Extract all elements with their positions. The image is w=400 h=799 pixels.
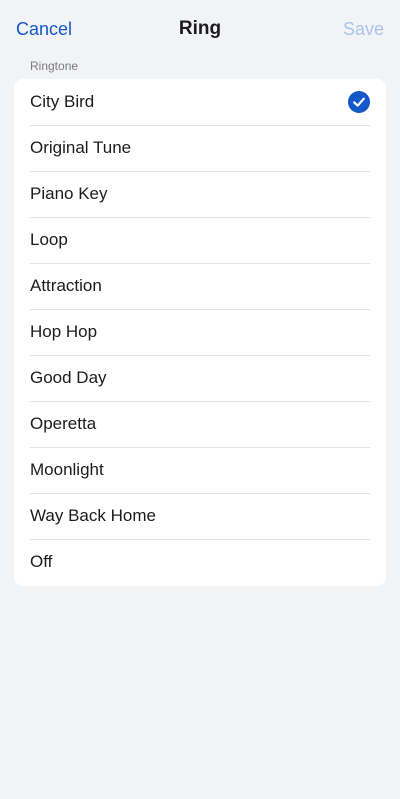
ringtone-label: Off [30, 552, 53, 571]
page-title: Ring [178, 18, 222, 39]
checkmark-circle-icon [348, 91, 370, 113]
list-item[interactable]: Operetta [14, 401, 386, 447]
ringtone-label: Loop [30, 230, 68, 249]
section-header-ringtone: Ringtone [30, 59, 79, 73]
save-button[interactable]: Save [343, 18, 384, 40]
list-item[interactable]: Loop [14, 217, 386, 263]
navigation-bar: Cancel Ring Save [0, 0, 400, 58]
ringtone-label: City Bird [30, 92, 95, 111]
ringtone-label: Hop Hop [30, 322, 98, 341]
list-item[interactable]: Original Tune [14, 125, 386, 171]
list-item[interactable]: Hop Hop [14, 309, 386, 355]
ringtone-label: Way Back Home [30, 506, 156, 525]
ringtone-label: Original Tune [30, 138, 132, 157]
list-item[interactable]: Attraction [14, 263, 386, 309]
ringtone-label: Good Day [30, 368, 107, 387]
list-item[interactable]: Piano Key [14, 171, 386, 217]
list-item[interactable]: City Bird [14, 79, 386, 125]
list-item[interactable]: Off [14, 539, 386, 585]
ringtone-list: City Bird Original Tune Piano Key Loop A… [14, 79, 386, 586]
ringtone-label: Attraction [30, 276, 102, 295]
ringtone-label: Piano Key [30, 184, 108, 203]
list-item[interactable]: Way Back Home [14, 493, 386, 539]
ringtone-label: Operetta [30, 414, 97, 433]
list-item[interactable]: Good Day [14, 355, 386, 401]
list-item[interactable]: Moonlight [14, 447, 386, 493]
ringtone-label: Moonlight [30, 460, 104, 479]
